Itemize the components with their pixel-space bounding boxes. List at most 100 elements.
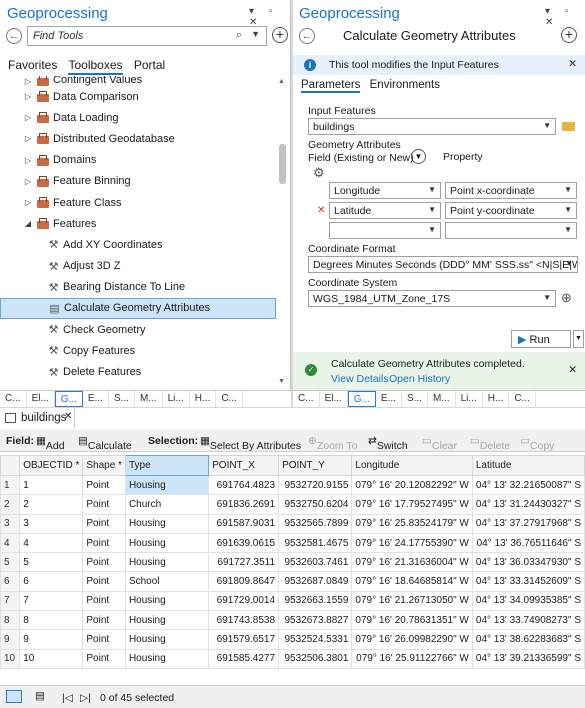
- input-features-field[interactable]: buildings ▼: [308, 118, 556, 135]
- run-options-icon[interactable]: ▼: [573, 330, 584, 348]
- row-number[interactable]: 3: [0, 513, 21, 534]
- table-cell[interactable]: 9532750.6204: [278, 494, 353, 515]
- table-cell[interactable]: 5: [19, 552, 84, 573]
- table-cell[interactable]: 04° 13' 39.21336599" S: [471, 648, 585, 669]
- table-row[interactable]: 10 10 Point Housing 691585.4277 9532506.3801 0…: [0, 648, 585, 669]
- table-cell[interactable]: 691764.4823: [208, 474, 280, 496]
- attr-property-select[interactable]: Point x-coordinate ▼: [445, 182, 577, 199]
- table-cell[interactable]: Point: [82, 532, 126, 554]
- column-header[interactable]: Type: [124, 455, 210, 476]
- table-cell[interactable]: 04° 13' 34.09935385" S: [471, 590, 585, 612]
- close-icon[interactable]: ✕: [64, 411, 72, 422]
- table-cell[interactable]: School: [124, 571, 210, 592]
- coord-format-select[interactable]: Degrees Minutes Seconds (DDD° MM' SSS.ss…: [308, 256, 578, 273]
- scroll-down-icon[interactable]: ▼: [278, 378, 285, 385]
- dock-tab[interactable]: C...: [0, 391, 27, 407]
- expand-icon[interactable]: ▷: [22, 113, 34, 122]
- dock-tab[interactable]: Li...: [456, 391, 483, 407]
- remove-row-icon[interactable]: ✕: [317, 205, 325, 216]
- table-cell[interactable]: 079° 16' 26.09982290" W: [351, 629, 473, 650]
- dock-tab[interactable]: G...: [54, 391, 83, 407]
- table-row[interactable]: 2 2 Point Church 691836.2691 9532750.6204 079°…: [0, 494, 585, 515]
- table-cell[interactable]: Point: [82, 648, 126, 669]
- dock-tab[interactable]: M...: [135, 391, 163, 407]
- table-cell[interactable]: 9532524.5331: [278, 629, 353, 650]
- selected-view-icon[interactable]: ▤: [35, 690, 45, 702]
- table-cell[interactable]: 9532663.1559: [278, 590, 353, 612]
- toolbox-item[interactable]: ▷ Distributed Geodatabase: [0, 128, 280, 149]
- chevron-down-icon[interactable]: ▼: [564, 205, 572, 214]
- table-row[interactable]: 9 9 Point Housing 691579.6517 9532524.5331 079…: [0, 629, 585, 650]
- table-row[interactable]: 8 8 Point Housing 691743.8538 9532673.8827 079…: [0, 610, 585, 631]
- table-cell[interactable]: 691836.2691: [208, 494, 280, 515]
- expand-icon[interactable]: ▷: [22, 156, 34, 165]
- table-row[interactable]: 6 6 Point School 691809.8647 9532687.0849 079°…: [0, 571, 585, 592]
- view-details-link[interactable]: View Details: [331, 373, 389, 385]
- dock-tab[interactable]: M...: [428, 391, 456, 407]
- window-controls[interactable]: ▾ ▫ ✕: [249, 6, 290, 28]
- back-icon[interactable]: ←: [299, 28, 315, 44]
- attr-property-select[interactable]: Point y-coordinate ▼: [445, 202, 577, 219]
- row-number[interactable]: 5: [0, 552, 21, 573]
- chevron-down-icon[interactable]: ▼: [411, 149, 426, 164]
- tool-item[interactable]: ⚒ Copy Features: [0, 340, 280, 361]
- table-cell[interactable]: 1: [19, 474, 84, 496]
- table-cell[interactable]: Housing: [124, 513, 210, 534]
- switch-button[interactable]: ⇄ Switch: [368, 435, 408, 452]
- open-history-link[interactable]: Open History: [389, 373, 450, 385]
- table-cell[interactable]: 691587.9031: [208, 513, 280, 534]
- table-cell[interactable]: 04° 13' 36.76511646" S: [471, 532, 585, 554]
- table-row[interactable]: 7 7 Point Housing 691729.0014 9532663.1559 079…: [0, 590, 585, 612]
- copy-button[interactable]: ▭ Copy: [520, 435, 554, 452]
- chevron-down-icon[interactable]: ▼: [543, 121, 551, 130]
- table-cell[interactable]: Point: [82, 494, 126, 515]
- table-cell[interactable]: Housing: [124, 552, 210, 573]
- chevron-down-icon[interactable]: ▼: [543, 293, 551, 302]
- last-record-icon[interactable]: ▷|: [80, 692, 91, 704]
- table-cell[interactable]: Point: [82, 629, 126, 650]
- attr-property-select[interactable]: ▼: [445, 222, 577, 239]
- scroll-thumb[interactable]: [279, 144, 286, 184]
- close-icon[interactable]: ✕: [568, 364, 577, 376]
- table-cell[interactable]: Point: [82, 590, 126, 612]
- add-icon[interactable]: +: [561, 27, 577, 43]
- dock-tab[interactable]: C...: [509, 391, 536, 407]
- table-row[interactable]: 5 5 Point Housing 691727.3511 9532603.7461 079…: [0, 552, 585, 573]
- first-record-icon[interactable]: |◁: [62, 692, 73, 704]
- toolbox-item[interactable]: ▷ Feature Class: [0, 192, 280, 213]
- table-cell[interactable]: Point: [82, 513, 126, 534]
- toolbox-item[interactable]: ◢ Features: [0, 213, 280, 234]
- table-cell[interactable]: 04° 13' 33.31452609" S: [471, 571, 585, 592]
- column-header[interactable]: Latitude: [471, 455, 585, 476]
- expand-icon[interactable]: ▷: [22, 134, 34, 143]
- tab-favorites[interactable]: Favorites: [8, 58, 57, 72]
- table-cell[interactable]: Housing: [124, 590, 210, 612]
- table-cell[interactable]: 691743.8538: [208, 610, 280, 631]
- toolbox-item[interactable]: ▷ Data Loading: [0, 107, 280, 128]
- globe-icon[interactable]: ⊕: [561, 290, 572, 306]
- chevron-down-icon[interactable]: ▼: [428, 225, 436, 234]
- dock-tab[interactable]: C...: [293, 391, 320, 407]
- zoom-to-button[interactable]: ⊕ Zoom To: [308, 435, 357, 452]
- table-cell[interactable]: 079° 16' 21.26713050" W: [351, 590, 473, 612]
- toolbox-item[interactable]: ▷ Feature Binning: [0, 171, 280, 192]
- attr-field-select[interactable]: Longitude ▼: [329, 182, 441, 199]
- table-cell[interactable]: 9532565.7899: [278, 513, 353, 534]
- table-row[interactable]: 3 3 Point Housing 691587.9031 9532565.7899 079…: [0, 513, 585, 534]
- table-cell[interactable]: 2: [19, 494, 84, 515]
- tool-item[interactable]: ⚒ Adjust 3D Z: [0, 256, 280, 277]
- window-controls[interactable]: ▾ ▫ ✕: [545, 6, 585, 28]
- table-cell[interactable]: 079° 16' 25.91122766" W: [351, 648, 473, 669]
- table-cell[interactable]: Church: [124, 494, 210, 515]
- row-number[interactable]: 9: [0, 629, 21, 650]
- row-number[interactable]: 6: [0, 571, 21, 592]
- table-cell[interactable]: Point: [82, 610, 126, 631]
- delete-button[interactable]: ▭ Delete: [470, 435, 510, 452]
- chevron-down-icon[interactable]: ▼: [564, 185, 572, 194]
- column-header[interactable]: OBJECTID *: [19, 455, 84, 476]
- column-header[interactable]: Longitude: [351, 455, 473, 476]
- dock-tab[interactable]: E...: [83, 391, 109, 407]
- column-header[interactable]: POINT_Y: [278, 455, 353, 476]
- chevron-down-icon[interactable]: ▼: [564, 225, 572, 234]
- table-cell[interactable]: 04° 13' 38.62283683" S: [471, 629, 585, 650]
